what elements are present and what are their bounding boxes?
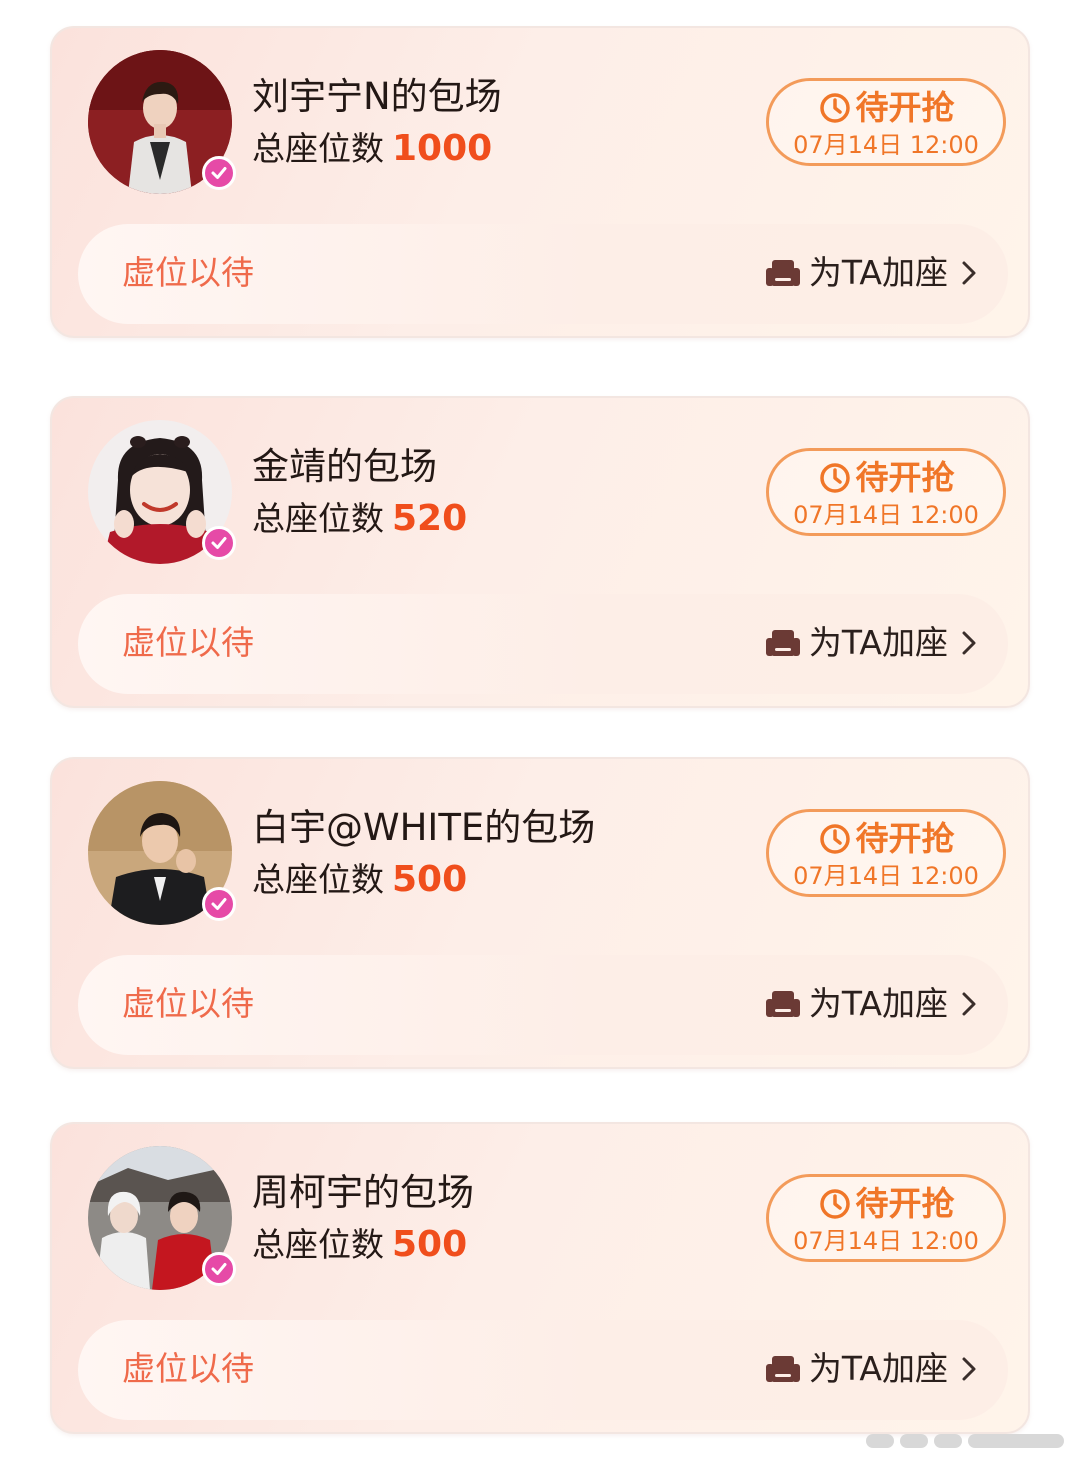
grab-status-label: 待开抢: [855, 819, 955, 858]
verified-badge-icon: [202, 156, 236, 190]
page-indicator-dot: [900, 1434, 928, 1448]
clock-icon: [819, 93, 850, 123]
chevron-right-icon: [962, 992, 976, 1016]
chevron-right-icon: [962, 261, 976, 285]
venue-card: 刘宇宁N的包场 总座位数 1000 待开抢 07月14日 12:00 虚位以待 为…: [50, 26, 1030, 338]
venue-card: 白宇@WHITE的包场 总座位数 500 待开抢 07月14日 12:00 虚位以…: [50, 757, 1030, 1069]
venue-title: 刘宇宁N的包场: [252, 75, 502, 118]
add-seat-link[interactable]: 为TA加座: [765, 620, 978, 666]
sofa-icon: [765, 991, 800, 1017]
grab-start-time: 07月14日 12:00: [793, 131, 979, 159]
venue-title: 白宇@WHITE的包场: [252, 806, 596, 849]
grab-status-button[interactable]: 待开抢 07月14日 12:00: [766, 78, 1006, 166]
clock-icon: [819, 463, 850, 493]
sofa-icon: [765, 1356, 800, 1382]
clock-icon: [819, 824, 850, 854]
grab-start-time: 07月14日 12:00: [793, 862, 979, 890]
grab-start-time: 07月14日 12:00: [793, 1227, 979, 1255]
venue-title: 周柯宇的包场: [252, 1171, 474, 1214]
seat-bar: 虚位以待 为TA加座: [78, 1320, 1008, 1420]
sofa-icon: [765, 260, 800, 286]
add-seat-label: 为TA加座: [808, 623, 948, 662]
seat-total-count: 500: [392, 1224, 468, 1265]
grab-status-button[interactable]: 待开抢 07月14日 12:00: [766, 1174, 1006, 1262]
page-indicator-dot: [866, 1434, 894, 1448]
vacant-seat-text: 虚位以待: [122, 253, 254, 292]
venue-card: 周柯宇的包场 总座位数 500 待开抢 07月14日 12:00 虚位以待 为TA…: [50, 1122, 1030, 1434]
seat-total: 总座位数 500: [252, 1222, 467, 1268]
page-indicator-dot: [968, 1434, 1064, 1448]
seat-total-label: 总座位数: [252, 860, 384, 899]
vacant-seat-text: 虚位以待: [122, 984, 254, 1023]
venue-card: 金靖的包场 总座位数 520 待开抢 07月14日 12:00 虚位以待 为TA加…: [50, 396, 1030, 708]
seat-bar: 虚位以待 为TA加座: [78, 224, 1008, 324]
seat-total: 总座位数 1000: [252, 126, 492, 172]
add-seat-label: 为TA加座: [808, 1349, 948, 1388]
seat-total: 总座位数 500: [252, 857, 467, 903]
add-seat-link[interactable]: 为TA加座: [765, 250, 978, 296]
chevron-right-icon: [962, 1357, 976, 1381]
venue-title: 金靖的包场: [252, 445, 437, 488]
add-seat-label: 为TA加座: [808, 253, 948, 292]
grab-status-label: 待开抢: [855, 88, 955, 127]
seat-bar: 虚位以待 为TA加座: [78, 955, 1008, 1055]
seat-total: 总座位数 520: [252, 496, 467, 542]
verified-badge-icon: [202, 1252, 236, 1286]
page-indicator: [866, 1434, 1066, 1448]
grab-status-label: 待开抢: [855, 458, 955, 497]
grab-status-button[interactable]: 待开抢 07月14日 12:00: [766, 809, 1006, 897]
seat-total-count: 1000: [392, 128, 493, 169]
chevron-right-icon: [962, 631, 976, 655]
seat-total-count: 520: [392, 498, 468, 539]
sofa-icon: [765, 630, 800, 656]
grab-status-label: 待开抢: [855, 1184, 955, 1223]
vacant-seat-text: 虚位以待: [122, 1349, 254, 1388]
verified-badge-icon: [202, 887, 236, 921]
grab-start-time: 07月14日 12:00: [793, 501, 979, 529]
grab-status-button[interactable]: 待开抢 07月14日 12:00: [766, 448, 1006, 536]
seat-total-label: 总座位数: [252, 1225, 384, 1264]
clock-icon: [819, 1189, 850, 1219]
seat-total-label: 总座位数: [252, 499, 384, 538]
venue-list: 刘宇宁N的包场 总座位数 1000 待开抢 07月14日 12:00 虚位以待 为…: [0, 0, 1080, 1461]
add-seat-link[interactable]: 为TA加座: [765, 1346, 978, 1392]
seat-bar: 虚位以待 为TA加座: [78, 594, 1008, 694]
seat-total-count: 500: [392, 859, 468, 900]
vacant-seat-text: 虚位以待: [122, 623, 254, 662]
verified-badge-icon: [202, 526, 236, 560]
seat-total-label: 总座位数: [252, 129, 384, 168]
add-seat-label: 为TA加座: [808, 984, 948, 1023]
add-seat-link[interactable]: 为TA加座: [765, 981, 978, 1027]
page-indicator-dot: [934, 1434, 962, 1448]
